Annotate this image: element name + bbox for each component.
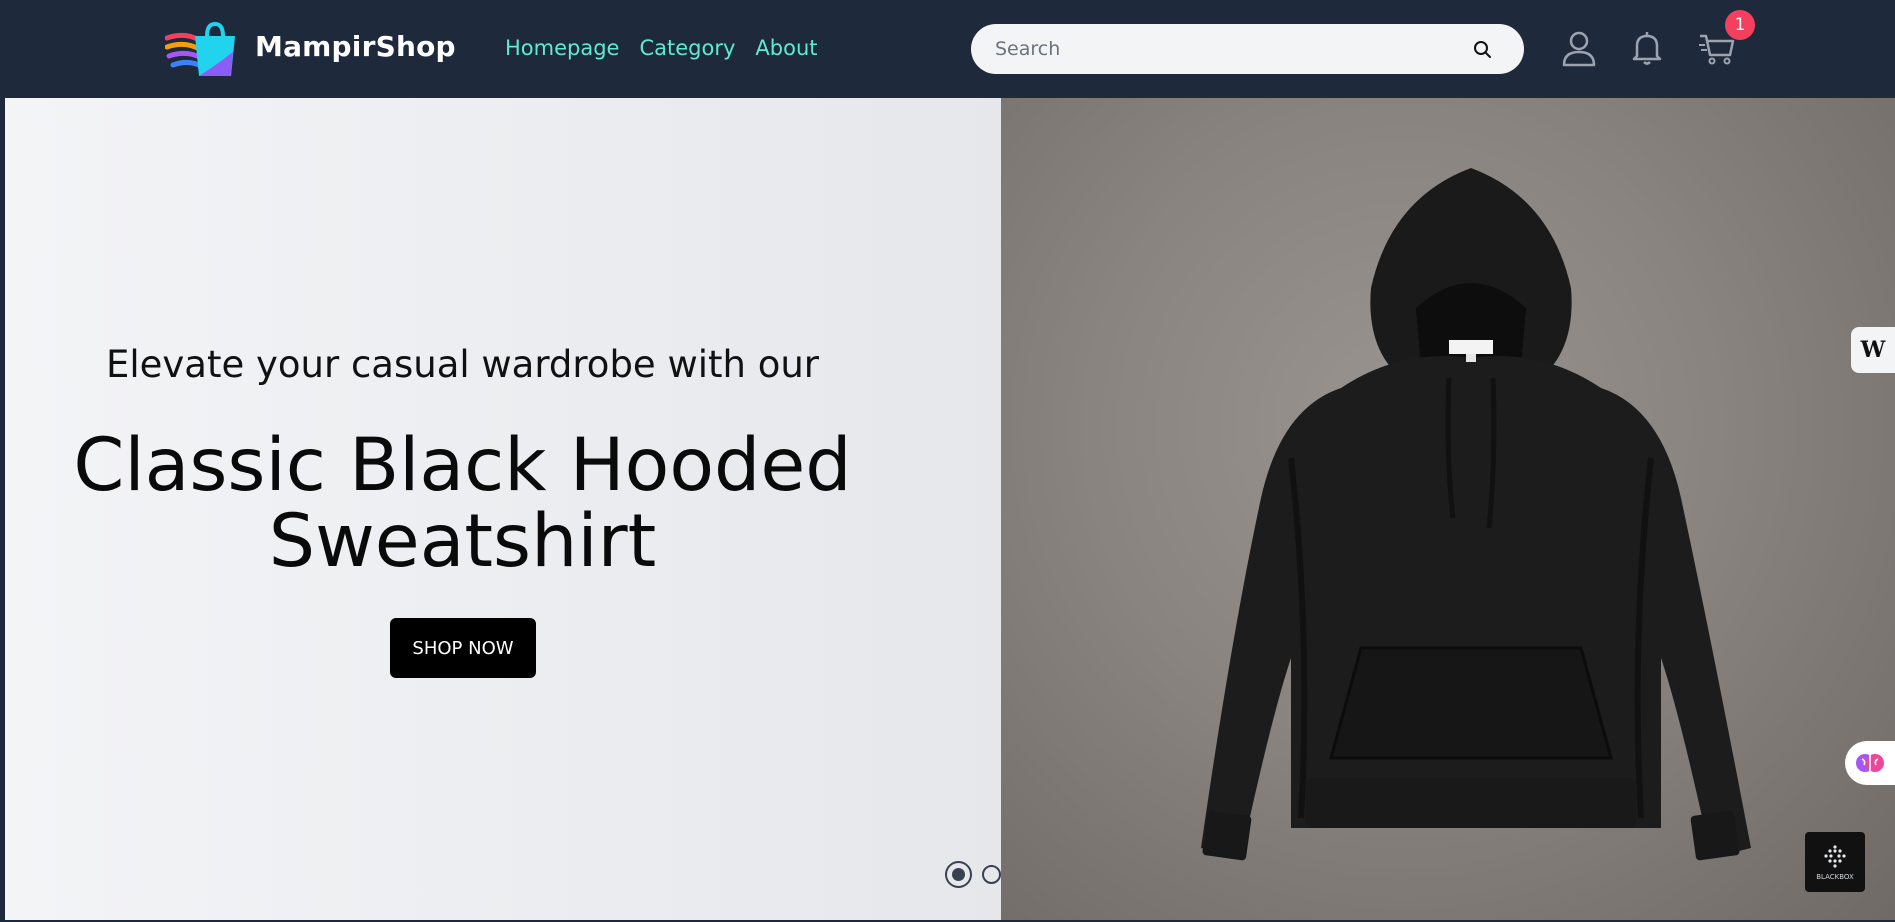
nav-category[interactable]: Category [639,36,735,60]
hero-title-line2: Sweatshirt [268,499,657,584]
page: MampirShop Homepage Category About Searc… [0,0,1895,922]
shopping-bag-logo[interactable] [165,22,240,78]
hero-title-line1: Classic Black Hooded [73,423,852,508]
hero-text-panel: Elevate your casual wardrobe with our Cl… [5,98,1030,920]
blackbox-widget[interactable]: BLACKBOX [1805,832,1865,892]
black-hoodie-photo [1201,168,1751,861]
hero-image-panel [1001,98,1895,920]
bell-icon[interactable] [1627,28,1667,68]
blackbox-label: BLACKBOX [1816,872,1854,881]
blackbox-logo-icon [1824,844,1846,868]
main-nav: Homepage Category About [505,36,818,60]
shop-now-button[interactable]: SHOP NOW [390,618,536,678]
hero-carousel: Elevate your casual wardrobe with our Cl… [5,98,1895,920]
hero-tagline: Elevate your casual wardrobe with our [105,343,820,386]
side-widget-tab[interactable]: W [1851,327,1895,373]
top-navbar: MampirShop Homepage Category About Searc… [0,0,1895,98]
brain-icon [1856,754,1884,772]
search-icon[interactable] [1472,39,1492,59]
brand-name[interactable]: MampirShop [255,30,456,63]
cart-count-badge: 1 [1725,10,1755,40]
search-input[interactable] [995,24,1435,74]
search-bar [971,24,1524,74]
user-icon[interactable] [1559,28,1599,68]
nav-about[interactable]: About [755,36,817,60]
carousel-dot-1[interactable] [945,861,972,888]
brain-widget-button[interactable] [1845,741,1895,785]
carousel-dot-2[interactable] [982,865,1001,884]
hero-product-title: Classic Black Hooded Sweatshirt [5,428,920,580]
nav-homepage[interactable]: Homepage [505,36,619,60]
